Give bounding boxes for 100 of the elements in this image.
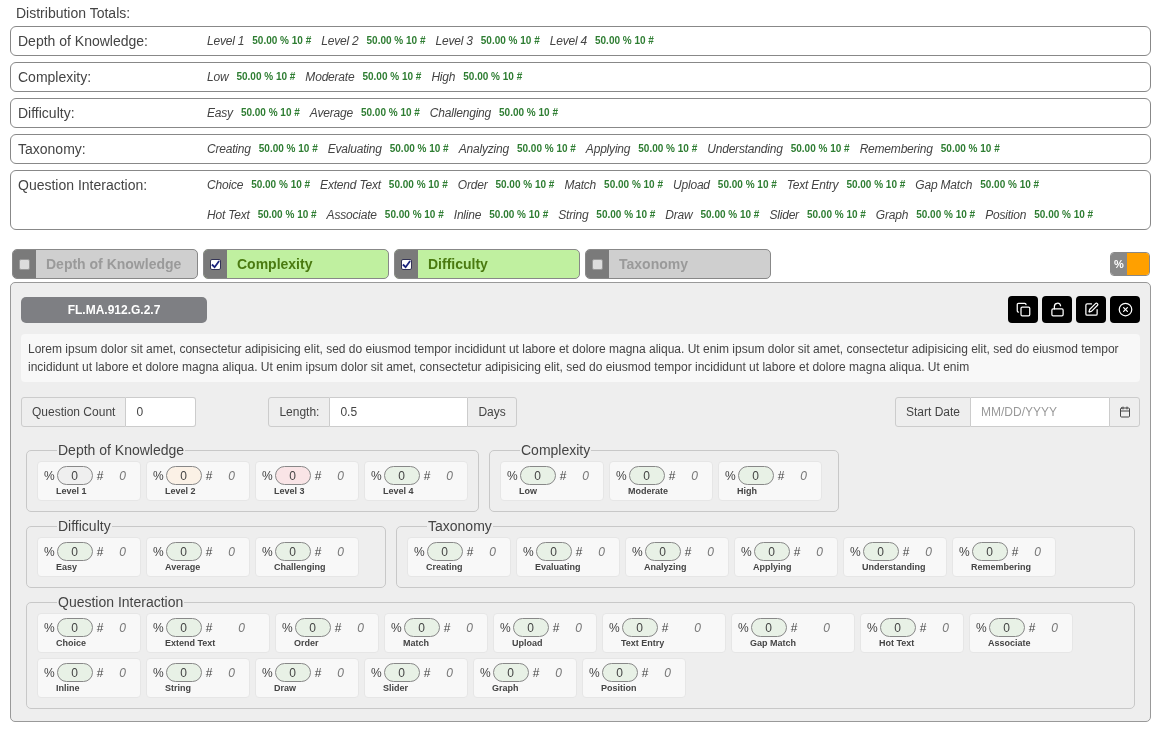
edit-icon[interactable] — [1076, 296, 1106, 323]
item-label: Hot Text — [878, 637, 915, 649]
count-label: # — [334, 619, 343, 637]
percent-label: % — [262, 664, 273, 682]
percent-label: % — [153, 664, 164, 682]
percent-field[interactable]: 0 — [274, 663, 311, 682]
item-name: Applying — [585, 141, 631, 158]
percent-field[interactable]: 0 — [628, 466, 665, 485]
item-name: Easy — [207, 105, 233, 122]
percent-field[interactable]: 0 — [737, 466, 774, 485]
close-icon[interactable] — [1110, 296, 1140, 323]
count-value: 0 — [228, 543, 235, 561]
percent-field[interactable]: 0 — [56, 466, 93, 485]
percent-field[interactable]: 0 — [383, 466, 420, 485]
item-label: Analyzing — [643, 561, 687, 573]
item-total: 50.00 % 10 # — [700, 208, 760, 222]
percent-field[interactable]: 0 — [621, 618, 658, 637]
item-total: 50.00 % 10 # — [240, 106, 300, 120]
count-value: 0 — [228, 467, 235, 485]
item-name: Remembering — [859, 141, 933, 158]
checkbox-icon — [19, 258, 30, 270]
item-label: Applying — [752, 561, 792, 573]
item-label: Gap Match — [749, 637, 796, 649]
item-label: Creating — [425, 561, 463, 573]
count-label: # — [466, 543, 475, 561]
copy-icon[interactable] — [1008, 296, 1038, 323]
percent-toggle[interactable]: % — [1110, 252, 1150, 276]
length-field[interactable]: 0.5 — [330, 397, 468, 427]
count-value: 0 — [823, 619, 830, 637]
standard-code: FL.MA.912.G.2.7 — [21, 296, 207, 323]
percent-field[interactable]: 0 — [383, 663, 420, 682]
item-total: 50.00 % 10 # — [384, 208, 444, 222]
percent-label: % — [153, 543, 164, 561]
percent-field[interactable]: 0 — [426, 542, 463, 561]
percent-field[interactable]: 0 — [165, 466, 202, 485]
count-label: # — [919, 619, 928, 637]
percent-field[interactable]: 0 — [512, 618, 549, 637]
percent-field[interactable]: 0 — [879, 618, 916, 637]
percent-field[interactable]: 0 — [601, 663, 638, 682]
count-value: 0 — [238, 619, 245, 637]
percent-label: % — [609, 619, 620, 637]
percent-field[interactable]: 0 — [535, 542, 572, 561]
percent-field[interactable]: 0 — [971, 542, 1008, 561]
field-label: Question Count — [21, 397, 127, 427]
count-value: 0 — [582, 467, 589, 485]
percent-field[interactable]: 0 — [644, 542, 681, 561]
count-label: # — [96, 664, 105, 682]
item-name: Text Entry — [786, 177, 839, 194]
filter-toggle[interactable]: Complexity — [203, 249, 389, 279]
percent-field[interactable]: 0 — [750, 618, 787, 637]
percent-field[interactable]: 0 — [165, 542, 202, 561]
unlock-icon[interactable] — [1042, 296, 1072, 323]
count-label: # — [1011, 543, 1020, 561]
percent-field[interactable]: 0 — [56, 663, 93, 682]
percent-field[interactable]: 0 — [988, 618, 1025, 637]
item-label: Text Entry — [620, 637, 665, 649]
percent-field[interactable]: 0 — [165, 618, 202, 637]
percent-field[interactable]: 0 — [492, 663, 529, 682]
percent-field[interactable]: 0 — [56, 542, 93, 561]
count-value: 0 — [816, 543, 823, 561]
percent-field[interactable]: 0 — [165, 663, 202, 682]
item-label: High — [736, 485, 757, 497]
count-label: # — [684, 543, 693, 561]
percent-field[interactable]: 0 — [274, 466, 311, 485]
count-value: 0 — [119, 664, 126, 682]
percent-field[interactable]: 0 — [294, 618, 331, 637]
count-value: 0 — [489, 543, 496, 561]
item-name: Evaluating — [327, 141, 382, 158]
item-name: Level 4 — [549, 33, 587, 50]
percent-field[interactable]: 0 — [753, 542, 790, 561]
count-value: 0 — [598, 543, 605, 561]
group-title: Question Interaction — [57, 593, 185, 612]
item-name: Creating — [207, 141, 251, 158]
filter-toggle[interactable]: Difficulty — [394, 249, 580, 279]
count-label: # — [790, 619, 799, 637]
count-label: # — [423, 467, 432, 485]
percent-field[interactable]: 0 — [862, 542, 899, 561]
start-date-field[interactable]: MM/DD/YYYY — [971, 397, 1109, 427]
percent-field[interactable]: 0 — [56, 618, 93, 637]
question-count-field[interactable]: 0 — [126, 397, 197, 427]
count-value: 0 — [1034, 543, 1041, 561]
calendar-button[interactable] — [1109, 397, 1140, 427]
item-total: 50.00 % 10 # — [806, 208, 866, 222]
percent-label: % — [44, 664, 55, 682]
percent-field[interactable]: 0 — [519, 466, 556, 485]
item-name: Draw — [665, 207, 693, 224]
count-label: # — [443, 619, 452, 637]
category-label: Taxonomy: — [18, 140, 87, 158]
item-label: Slider — [382, 682, 408, 694]
description-text: Lorem ipsum dolor sit amet, consectetur adipisicing elit, sed do eiusmod tempor incididunt ut labore et dolore magna aliqua. Ut enim ipsum dolor sit amet, consectetur adipisicing elit, sed do eiusmod tempor incididunt ut labore et dolore magna aliqua. Ut enim ipsum dolor sit amet, consectetur adipisicing elit, sed do eiusmod tempor incididunt ut labore et dolore magna aliqua. Ut enim — [21, 334, 1140, 382]
percent-label: % — [262, 467, 273, 485]
percent-field[interactable]: 0 — [403, 618, 440, 637]
count-value: 0 — [337, 543, 344, 561]
item-name: String — [558, 207, 589, 224]
item-total: 50.00 % 10 # — [604, 178, 663, 192]
percent-field[interactable]: 0 — [274, 542, 311, 561]
percent-label: % — [738, 619, 749, 637]
checkbox-icon — [210, 258, 221, 270]
item-label: Upload — [511, 637, 543, 649]
checkbox-icon — [592, 258, 603, 270]
